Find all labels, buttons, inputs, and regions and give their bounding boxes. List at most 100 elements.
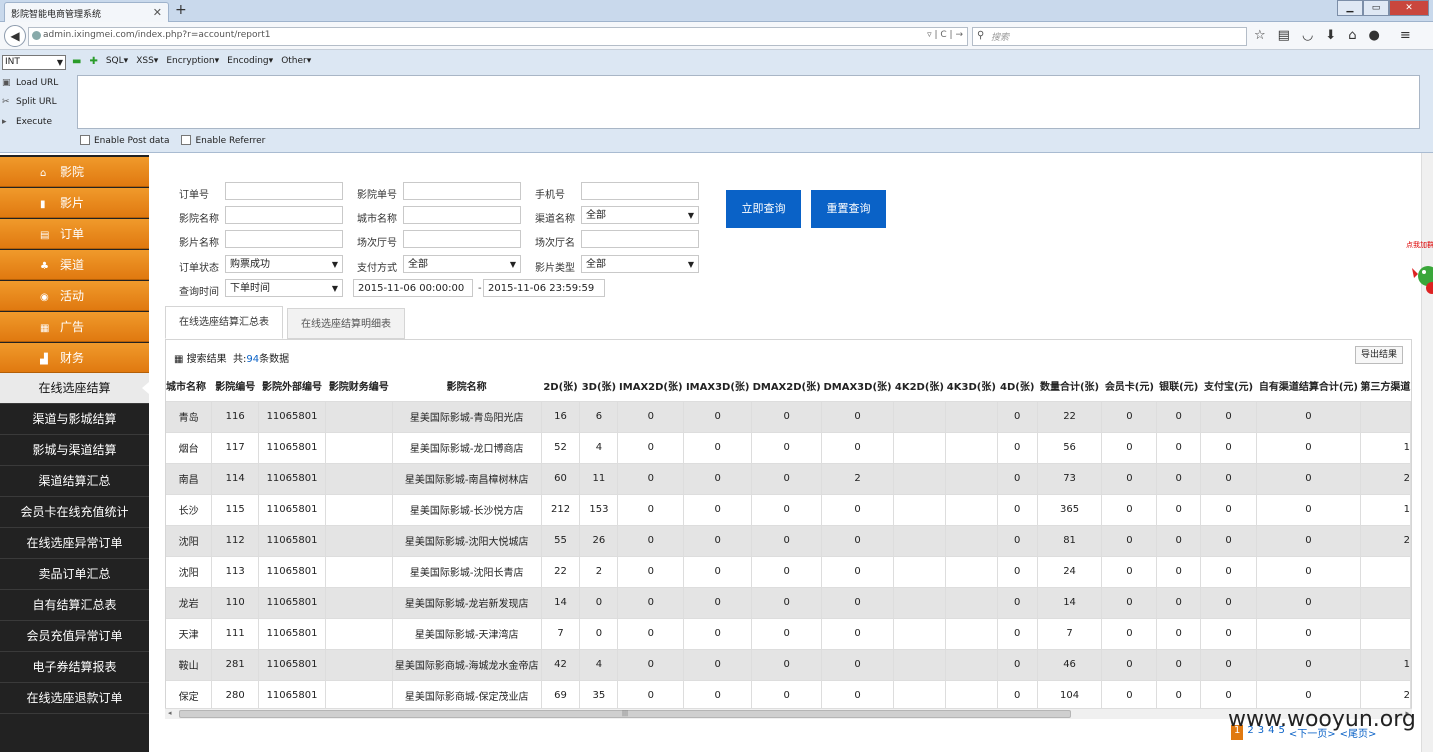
url-bar[interactable]: admin.ixingmei.com/index.php?r=account/r… [28, 27, 968, 46]
float-ad-widget[interactable]: 点我加群 [1404, 238, 1433, 308]
result-count-prefix: 共: [233, 354, 247, 365]
table-cell: 11065801 [258, 432, 326, 464]
sidebar-cat-film[interactable]: ▮ 影片 [0, 188, 149, 218]
table-cell: 73 [1037, 463, 1103, 495]
sidebar-item-channel-cinema-settlement[interactable]: 渠道与影城结算 [0, 404, 149, 435]
type-select[interactable]: INT ▼ [2, 55, 66, 70]
column-header: 第三方渠道 [1360, 370, 1411, 402]
phone-input[interactable] [581, 182, 699, 200]
tab-settlement-summary[interactable]: 在线选座结算汇总表 [165, 306, 283, 339]
load-url-button[interactable]: ▣ Load URL [2, 78, 58, 88]
sidebar-item-channel-summary[interactable]: 渠道结算汇总 [0, 466, 149, 497]
pay-method-select[interactable]: 全部 ▼ [403, 255, 521, 273]
plus-icon[interactable]: ✚ [89, 56, 97, 67]
city-name-input[interactable] [403, 206, 521, 224]
film-type-select[interactable]: 全部 ▼ [581, 255, 699, 273]
reset-button[interactable]: 重置查询 [811, 190, 886, 228]
horizontal-scrollbar[interactable]: ◂ ||| ▸ [165, 708, 1412, 719]
table-cell: 南昌 [166, 463, 213, 495]
hall-no-input[interactable] [403, 230, 521, 248]
hall-name-input[interactable] [581, 230, 699, 248]
menu-xss[interactable]: XSS▾ [136, 56, 158, 67]
download-icon[interactable]: ⬇ [1325, 27, 1336, 44]
minimize-icon[interactable]: ▁ [1337, 0, 1363, 16]
load-url-label: Load URL [16, 78, 59, 88]
table-cell: 星美国际影城-青岛阳光店 [392, 401, 542, 433]
order-no-input[interactable] [225, 182, 343, 200]
table-cell: 0 [1156, 680, 1202, 712]
sidebar-item-cinema-channel-settlement[interactable]: 影城与渠道结算 [0, 435, 149, 466]
time-to-input[interactable]: 2015-11-06 23:59:59 [483, 279, 605, 297]
menu-sql[interactable]: SQL▾ [106, 56, 128, 67]
menu-other[interactable]: Other▾ [281, 56, 311, 67]
menu-encoding[interactable]: Encoding▾ [227, 56, 273, 67]
table-cell: 52 [541, 432, 581, 464]
hackbar-url-textarea[interactable] [77, 75, 1420, 129]
table-cell: 沈阳 [166, 525, 213, 557]
chat-icon[interactable]: ● [1368, 27, 1379, 44]
sidebar-cat-cinema[interactable]: ⌂ 影院 [0, 157, 149, 187]
split-url-button[interactable]: ✂ Split URL [2, 97, 57, 107]
table-cell: 0 [683, 680, 753, 712]
pocket-icon[interactable]: ◡ [1302, 27, 1313, 44]
table-row: 南昌 114 11065801 星美国际影城-南昌樟树林店 60 11 0 0 0 2 0 73 0 0 0… [166, 463, 1411, 495]
table-cell [325, 618, 393, 650]
table-cell: 青岛 [166, 401, 213, 433]
sidebar-item-online-seat-abnormal[interactable]: 在线选座异常订单 [0, 528, 149, 559]
enable-post-checkbox[interactable]: Enable Post data [80, 135, 169, 146]
search-input[interactable]: ⚲ 搜索 [972, 27, 1247, 46]
scroll-left-icon[interactable]: ◂ [168, 709, 172, 717]
query-button[interactable]: 立即查询 [726, 190, 801, 228]
menu-encryption[interactable]: Encryption▾ [166, 56, 219, 67]
reload-icon[interactable]: ▿ | C | → [927, 30, 963, 40]
film-name-label: 影片名称 [179, 238, 219, 249]
cinema-order-no-input[interactable] [403, 182, 521, 200]
sidebar-item-online-seat-refund[interactable]: 在线选座退款订单 [0, 683, 149, 714]
browser-tab[interactable]: 影院智能电商管理系统 ✕ [4, 2, 169, 22]
tab-settlement-detail[interactable]: 在线选座结算明细表 [287, 308, 405, 339]
sidebar-cat-channel[interactable]: ♣ 渠道 [0, 250, 149, 280]
close-tab-icon[interactable]: ✕ [153, 6, 162, 19]
table-cell [325, 587, 393, 619]
scrollbar-thumb[interactable]: ||| [179, 710, 1071, 718]
sidebar-cat-ads[interactable]: ▦ 广告 [0, 312, 149, 342]
reading-list-icon[interactable]: ▤ [1278, 27, 1290, 44]
cinema-name-input[interactable] [225, 206, 343, 224]
table-cell [893, 463, 946, 495]
enable-referrer-checkbox[interactable]: Enable Referrer [181, 135, 265, 146]
time-from-input[interactable]: 2015-11-06 00:00:00 [353, 279, 473, 297]
film-name-input[interactable] [225, 230, 343, 248]
bookmark-star-icon[interactable]: ☆ [1254, 27, 1266, 44]
new-tab-icon[interactable]: + [175, 2, 187, 18]
sidebar-item-own-settlement-summary[interactable]: 自有结算汇总表 [0, 590, 149, 621]
execute-button[interactable]: ▸ Execute [2, 117, 52, 127]
column-header: IMAX3D(张) [683, 370, 752, 402]
table-cell: 35 [579, 680, 619, 712]
channel-name-select[interactable]: 全部 ▼ [581, 206, 699, 224]
back-icon[interactable]: ◀ [4, 25, 26, 47]
maximize-icon[interactable]: ▭ [1363, 0, 1389, 16]
sidebar-item-ecoupon-report[interactable]: 电子券结算报表 [0, 652, 149, 683]
table-body: 青岛 116 11065801 星美国际影城-青岛阳光店 16 6 0 0 0 0 0 22 0 0 0 0 烟… [166, 401, 1411, 712]
column-header: 2D(张) [541, 370, 580, 402]
result-bar: ▦ 搜索结果 共:94条数据 导出结果 [166, 340, 1411, 370]
sidebar-cat-finance[interactable]: ▟ 财务 [0, 343, 149, 373]
table-cell: 281 [211, 649, 260, 681]
table-cell: 0 [821, 525, 894, 557]
sidebar-item-member-recharge-stats[interactable]: 会员卡在线充值统计 [0, 497, 149, 528]
window-controls: ▁ ▭ ✕ [1337, 0, 1429, 16]
sidebar-item-member-recharge-abnormal[interactable]: 会员充值异常订单 [0, 621, 149, 652]
sidebar-cat-order[interactable]: ▤ 订单 [0, 219, 149, 249]
export-button[interactable]: 导出结果 [1354, 346, 1403, 364]
menu-icon[interactable]: ≡ [1400, 27, 1411, 44]
table-cell: 0 [1101, 401, 1158, 433]
home-icon[interactable]: ⌂ [1348, 27, 1356, 44]
window-close-icon[interactable]: ✕ [1389, 0, 1429, 16]
minus-icon[interactable]: ▬ [72, 56, 81, 67]
query-time-select[interactable]: 下单时间 ▼ [225, 279, 343, 297]
sidebar-cat-activity[interactable]: ◉ 活动 [0, 281, 149, 311]
sidebar-item-goods-order-summary[interactable]: 卖品订单汇总 [0, 559, 149, 590]
order-status-select[interactable]: 购票成功 ▼ [225, 255, 343, 273]
column-header: 影院编号 [211, 370, 259, 402]
sidebar-item-online-seat-settlement[interactable]: 在线选座结算 [0, 373, 149, 404]
